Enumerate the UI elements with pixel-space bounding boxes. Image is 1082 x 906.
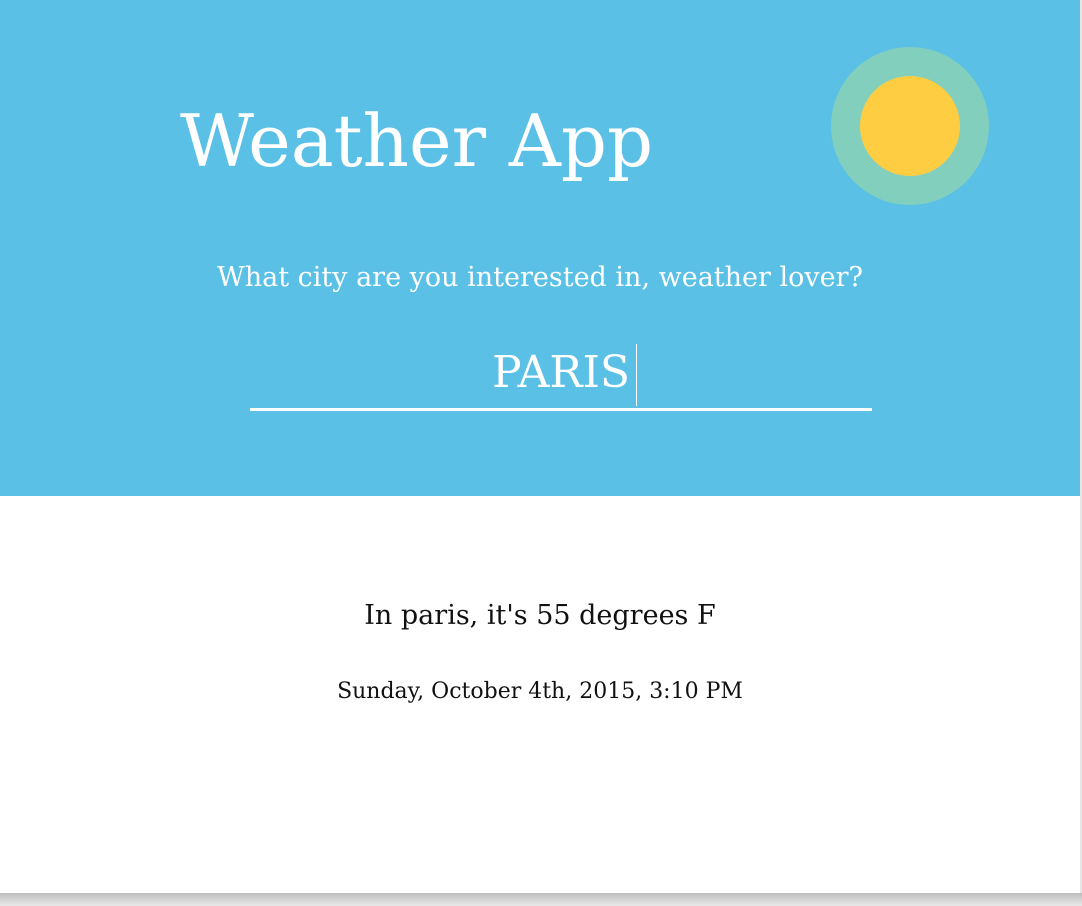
- app-title: Weather App: [180, 99, 654, 183]
- city-prompt: What city are you interested in, weather…: [216, 262, 864, 293]
- weather-result: In paris, it's 55 degrees F: [364, 600, 716, 631]
- sun-core: [860, 76, 960, 176]
- window-shadow: [0, 893, 1082, 906]
- text-cursor: [636, 344, 637, 406]
- city-input[interactable]: [250, 336, 872, 411]
- weather-timestamp: Sunday, October 4th, 2015, 3:10 PM: [337, 679, 743, 704]
- header-banner: Weather App What city are you interested…: [0, 0, 1080, 496]
- sun-icon: [831, 47, 989, 205]
